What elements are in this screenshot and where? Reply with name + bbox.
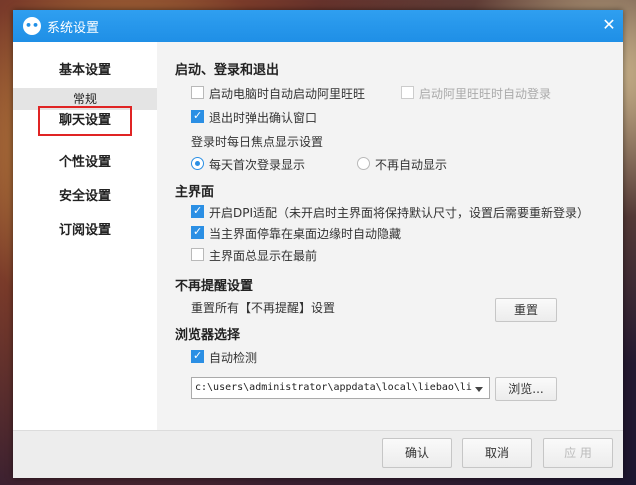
never-show-label: 不再自动显示 [375, 158, 448, 172]
startup-heading: 启动、登录和退出 [175, 63, 280, 78]
sidebar-item-basic[interactable]: 基本设置 [13, 58, 157, 84]
sidebar-item-personal[interactable]: 个性设置 [13, 150, 157, 176]
app-icon: •• [23, 17, 41, 35]
auto-detect-label: 自动检测 [209, 351, 258, 365]
daily-first-login-radio[interactable] [191, 157, 204, 170]
browse-button[interactable]: 浏览... [495, 377, 557, 401]
ok-button[interactable]: 确认 [382, 438, 452, 468]
auto-detect-checkbox[interactable] [191, 349, 204, 363]
daily-first-login-label: 每天首次登录显示 [209, 158, 306, 172]
never-show-radio[interactable] [357, 157, 370, 170]
reset-button[interactable]: 重置 [495, 298, 557, 322]
dpi-checkbox[interactable] [191, 204, 204, 218]
settings-dialog: •• 系统设置 ✕ 基本设置 常规 聊天设置 个性设置 安全设置 订阅设置 启动… [13, 10, 623, 478]
apply-button[interactable]: 应 用 [543, 438, 613, 468]
window-title: 系统设置 [47, 21, 100, 36]
dpi-label: 开启DPI适配（未开启时主界面将保持默认尺寸，设置后需要重新登录） [209, 206, 590, 220]
always-top-checkbox[interactable] [191, 248, 204, 261]
auto-start-checkbox[interactable] [191, 86, 204, 99]
sidebar-item-security[interactable]: 安全设置 [13, 184, 157, 210]
reminders-heading: 不再提醒设置 [175, 279, 254, 294]
focus-display-heading: 登录时每日焦点显示设置 [191, 135, 324, 149]
browser-path-select[interactable]: c:\users\administrator\appdata\local\lie… [191, 377, 490, 399]
auto-hide-checkbox[interactable] [191, 225, 204, 239]
sidebar-item-chat[interactable]: 聊天设置 [38, 106, 132, 136]
auto-login-checkbox[interactable] [401, 86, 414, 99]
main-ui-heading: 主界面 [175, 185, 215, 200]
sidebar: 基本设置 常规 聊天设置 个性设置 安全设置 订阅设置 [13, 42, 157, 430]
auto-login-label: 启动阿里旺旺时自动登录 [419, 87, 552, 101]
browser-heading: 浏览器选择 [175, 328, 241, 343]
sidebar-item-subscription[interactable]: 订阅设置 [13, 218, 157, 244]
title-bar: •• 系统设置 ✕ [13, 10, 623, 42]
exit-confirm-label: 退出时弹出确认窗口 [209, 111, 318, 125]
dialog-footer: 确认 取消 应 用 [13, 430, 623, 478]
reset-reminders-label: 重置所有【不再提醒】设置 [191, 301, 336, 315]
close-button[interactable]: ✕ [599, 15, 619, 35]
cancel-button[interactable]: 取消 [462, 438, 532, 468]
chevron-down-icon[interactable] [475, 387, 483, 392]
auto-hide-label: 当主界面停靠在桌面边缘时自动隐藏 [209, 227, 402, 241]
always-top-label: 主界面总显示在最前 [209, 249, 318, 263]
browser-path-value: c:\users\administrator\appdata\local\lie… [195, 382, 472, 393]
exit-confirm-checkbox[interactable] [191, 109, 204, 123]
settings-panel: 启动、登录和退出 启动电脑时自动启动阿里旺旺 启动阿里旺旺时自动登录 退出时弹出… [157, 42, 623, 430]
auto-start-label: 启动电脑时自动启动阿里旺旺 [209, 87, 366, 101]
